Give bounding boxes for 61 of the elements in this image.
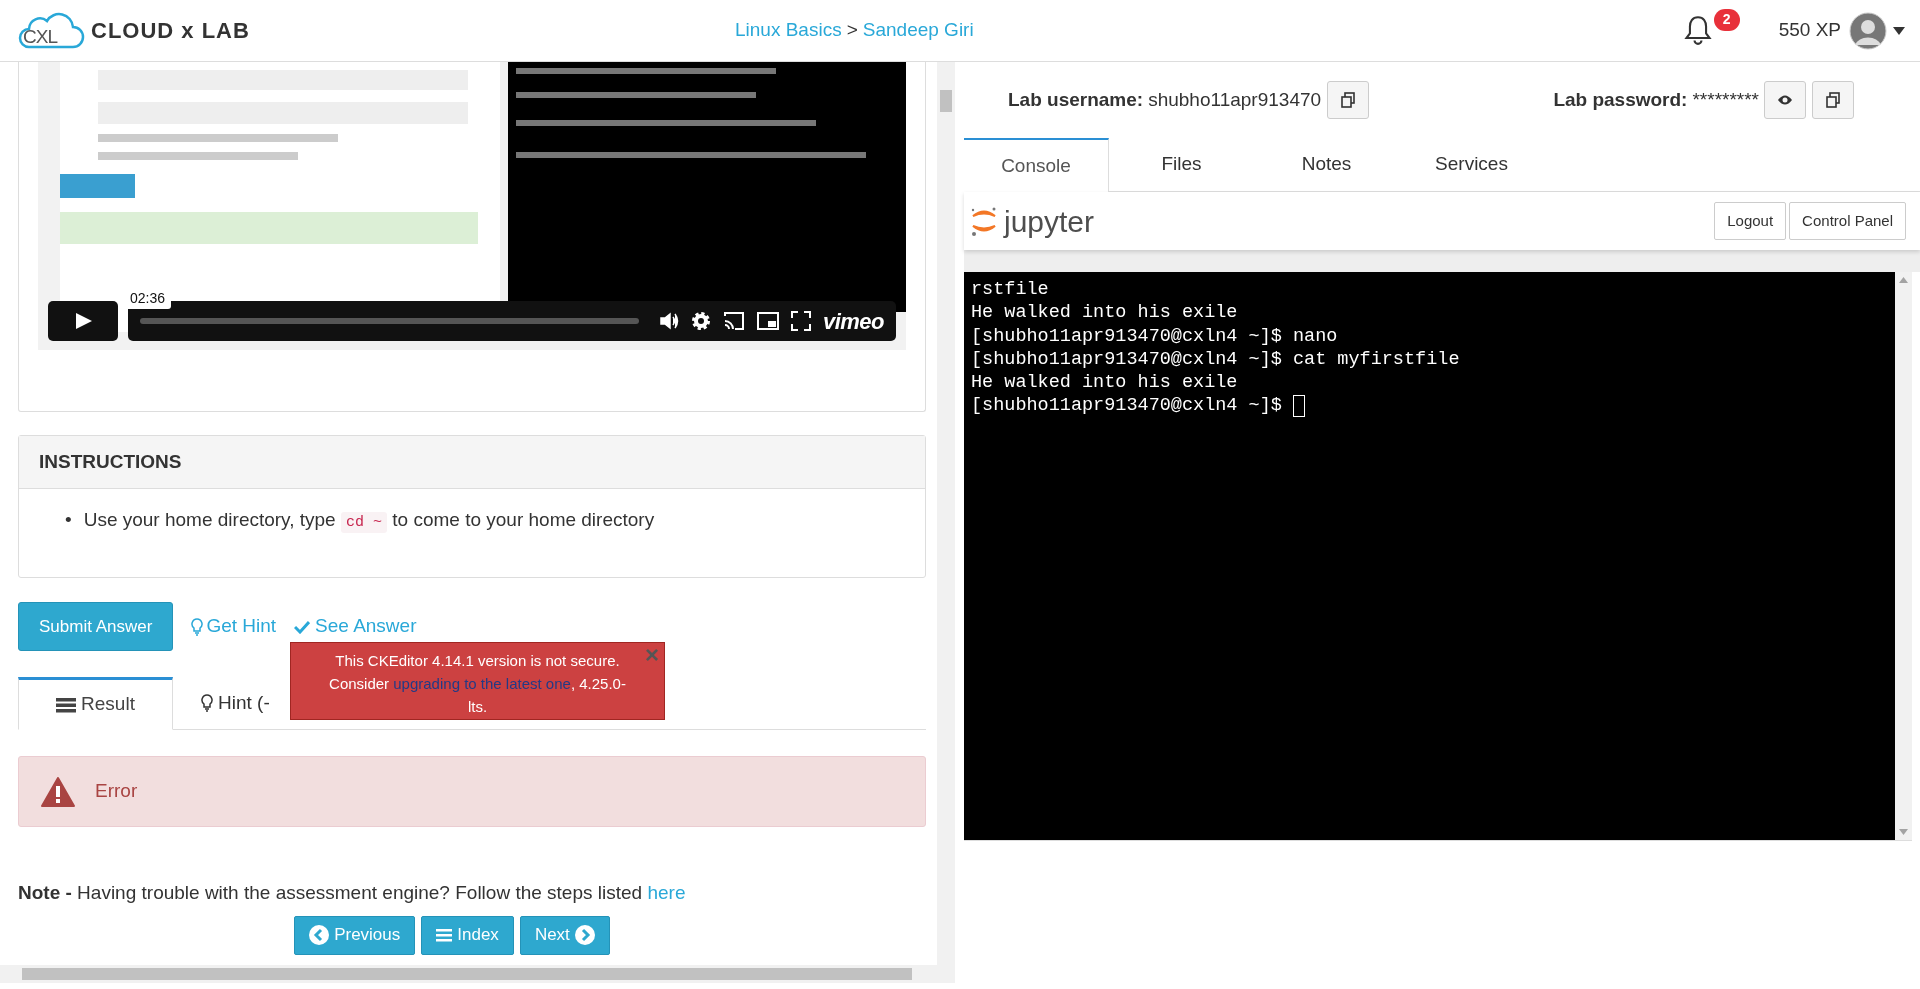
show-password-button[interactable] bbox=[1764, 81, 1806, 119]
username-label: Lab username: bbox=[1008, 87, 1144, 112]
password-value: ********* bbox=[1692, 87, 1759, 112]
jupyter-button[interactable]: Control Panel bbox=[1789, 202, 1906, 240]
jupyter-logo-icon bbox=[970, 205, 998, 237]
lab-tab[interactable]: Console bbox=[964, 138, 1109, 192]
caret-icon[interactable] bbox=[1893, 26, 1905, 35]
check-icon bbox=[294, 619, 311, 634]
jupyter-wordmark: jupyter bbox=[1004, 203, 1096, 240]
chevron-left-icon bbox=[309, 925, 330, 945]
lightbulb-icon bbox=[191, 617, 204, 636]
terminal-line: [shubho11apr913470@cxln4 ~]$ cat myfirstfile bbox=[971, 347, 1460, 372]
result-tab[interactable]: Result bbox=[18, 677, 173, 730]
chevron-right-icon bbox=[574, 925, 595, 945]
lab-tab[interactable]: Notes bbox=[1254, 138, 1399, 191]
lab-tab[interactable]: Files bbox=[1109, 138, 1254, 191]
settings-icon[interactable] bbox=[690, 311, 711, 331]
picture-in-picture-icon[interactable] bbox=[756, 311, 779, 331]
copy-icon bbox=[1340, 92, 1357, 108]
password-label: Lab password: bbox=[1553, 87, 1688, 112]
xp-points: 550 XP bbox=[1778, 18, 1841, 43]
alert-text: Error bbox=[95, 779, 138, 804]
list-icon bbox=[56, 696, 77, 713]
logo-mark: CXL bbox=[23, 24, 57, 49]
vertical-scrollbar[interactable] bbox=[937, 62, 955, 965]
horizontal-scrollbar[interactable] bbox=[0, 965, 955, 983]
progress-track[interactable] bbox=[140, 318, 639, 324]
eye-icon bbox=[1777, 94, 1793, 106]
jupyter-button[interactable]: Logout bbox=[1714, 202, 1787, 240]
vimeo-logo[interactable]: vimeo bbox=[822, 304, 884, 338]
note-text: Note - Having trouble with the assessment engine? Follow the steps listed here bbox=[18, 881, 687, 905]
terminal-line: [shubho11apr913470@cxln4 ~]$ nano bbox=[971, 324, 1338, 348]
instruction-text: Use your home directory, type cd ~ to come to your home directory bbox=[83, 508, 655, 535]
avatar[interactable] bbox=[1849, 11, 1887, 50]
menu-icon bbox=[436, 928, 453, 942]
scroll-thumb[interactable] bbox=[22, 968, 912, 980]
copy-button[interactable] bbox=[1327, 81, 1370, 119]
bell-icon[interactable] bbox=[1683, 14, 1712, 45]
warning-icon bbox=[41, 776, 75, 807]
fullscreen-icon[interactable] bbox=[790, 311, 811, 331]
scroll-thumb[interactable] bbox=[940, 90, 952, 112]
breadcrumb-separator: > bbox=[846, 18, 858, 43]
card-title: INSTRUCTIONS bbox=[39, 449, 182, 474]
username-value: shubho11apr913470 bbox=[1148, 87, 1322, 112]
toast-message: This CKEditor 4.14.1 version is not secure. Consider upgrading to the latest one, 4.25.0-lts. bbox=[328, 651, 627, 717]
copy-icon bbox=[1825, 92, 1841, 108]
terminal-line: He walked into his exile bbox=[971, 371, 1238, 395]
play-button[interactable] bbox=[48, 301, 118, 341]
copy-button[interactable] bbox=[1812, 81, 1854, 119]
result-tab[interactable]: Hint (- bbox=[173, 677, 280, 729]
volume-icon[interactable] bbox=[658, 311, 679, 331]
terminal-line: [shubho11apr913470@cxln4 ~]$ bbox=[971, 394, 1283, 418]
logo-text[interactable]: CLOUD x LAB bbox=[91, 14, 250, 47]
terminal-line: He walked into his exile bbox=[971, 301, 1238, 325]
cast-icon[interactable] bbox=[722, 311, 745, 331]
lightbulb-icon bbox=[201, 694, 213, 712]
terminal[interactable]: rstfile He walked into his exile [shubho11apr913470@cxln4 ~]$ nano [shubho11apr913470@cxln4 ~]$ cat myfirstfile He walked into his exile [shubho11apr913470@cxln4 ~]$ bbox=[964, 272, 1912, 840]
bullet: • bbox=[65, 508, 72, 532]
notification-badge: 2 bbox=[1713, 8, 1740, 31]
terminal-line: rstfile bbox=[971, 278, 1049, 302]
lab-tab[interactable]: Services bbox=[1399, 138, 1544, 191]
